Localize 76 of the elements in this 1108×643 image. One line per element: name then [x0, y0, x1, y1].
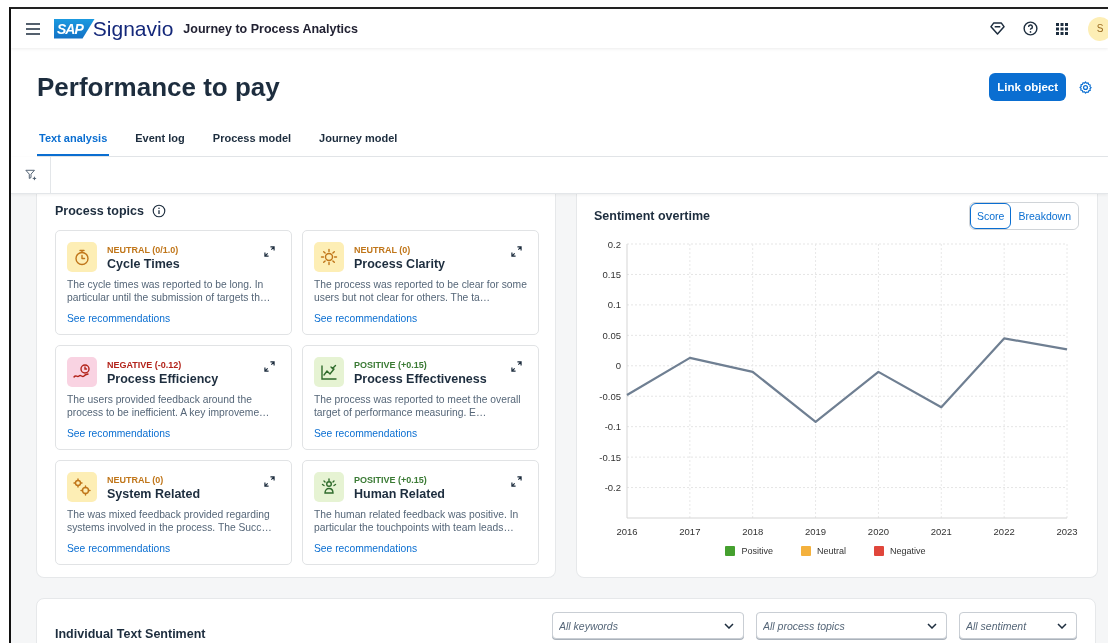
x-tick-label: 2022 — [993, 526, 1015, 537]
filter-add-icon[interactable] — [24, 169, 37, 181]
x-tick-label: 2020 — [867, 526, 889, 537]
sentiment-score: NEGATIVE (-0.12) — [107, 360, 183, 370]
tab[interactable]: Journey model — [317, 126, 400, 156]
sentiment-score: POSITIVE (+0.15) — [354, 360, 428, 370]
panel-title: Individual Text Sentiment — [55, 627, 206, 641]
chevron-down-icon — [724, 623, 734, 629]
diamond-icon[interactable] — [990, 22, 1005, 35]
see-recommendations-link[interactable]: See recommendations — [314, 428, 418, 439]
sentiment-score: NEUTRAL (0/1.0) — [107, 245, 180, 255]
expand-icon[interactable] — [511, 361, 522, 372]
apps-grid-icon[interactable] — [1056, 22, 1068, 35]
topic-title: Process Effectiveness — [354, 372, 488, 386]
x-tick-label: 2018 — [742, 526, 764, 537]
filter-dropdown[interactable]: All keywords — [552, 612, 744, 639]
link-object-button[interactable]: Link object — [989, 73, 1066, 101]
topic-description: The was mixed feedback provided regarding systems involved in the process. The Succ… — [67, 509, 273, 534]
sentiment-score: NEUTRAL (0) — [107, 475, 165, 485]
topic-title: Cycle Times — [107, 257, 181, 271]
legend-label: Neutral — [817, 546, 846, 556]
topic-description: The process was reported to be clear for some users but not clear for others. The ta… — [314, 279, 528, 304]
tab[interactable]: Event log — [133, 126, 187, 156]
sentiment-score: POSITIVE (+0.15) — [354, 475, 428, 485]
topic-description: The users provided feedback around the process to be inefficient. A key improveme… — [67, 394, 271, 419]
see-recommendations-link[interactable]: See recommendations — [67, 313, 171, 324]
topic-title: Human Related — [354, 487, 446, 501]
chevron-down-icon — [1057, 623, 1067, 629]
topic-description: The cycle times was reported to be long. In particular until the submission of targets th… — [67, 279, 272, 304]
expand-icon[interactable] — [264, 361, 275, 372]
see-recommendations-link[interactable]: See recommendations — [67, 543, 171, 554]
y-tick-label: 0.05 — [602, 329, 621, 341]
topic-title: Process Efficiency — [107, 372, 220, 386]
filter-dropdown[interactable]: All process topics — [756, 612, 947, 639]
topic-title: Process Clarity — [354, 257, 447, 271]
logo-text: Signavio — [92, 16, 174, 41]
legend-label: Positive — [741, 546, 773, 556]
panel-title: Process topics — [55, 204, 144, 218]
y-tick-label: 0 — [615, 360, 621, 372]
legend-label: Negative — [890, 546, 926, 556]
topic-description: The human related feedback was positive. In particular the touchpoints with team leads… — [314, 509, 520, 534]
x-tick-label: 2023 — [1056, 526, 1078, 537]
expand-icon[interactable] — [264, 246, 275, 257]
y-tick-label: 0.15 — [602, 268, 621, 280]
tab[interactable]: Process model — [210, 126, 294, 156]
y-tick-label: -0.15 — [599, 451, 621, 463]
chevron-down-icon — [927, 623, 937, 629]
expand-icon[interactable] — [511, 246, 522, 257]
see-recommendations-link[interactable]: See recommendations — [314, 543, 418, 554]
page-title: Performance to pay — [37, 71, 280, 103]
see-recommendations-link[interactable]: See recommendations — [314, 313, 418, 324]
sentiment-score: NEUTRAL (0) — [354, 245, 412, 255]
info-icon[interactable] — [151, 204, 166, 218]
app-title: Journey to Process Analytics — [183, 21, 358, 36]
topic-title: System Related — [107, 487, 202, 501]
expand-icon[interactable] — [264, 476, 275, 487]
x-tick-label: 2017 — [679, 526, 701, 537]
logo-mark: SAP — [54, 18, 95, 39]
filter-dropdown[interactable]: All sentiment — [959, 612, 1077, 639]
y-tick-label: 0.2 — [607, 238, 621, 250]
y-tick-label: -0.1 — [604, 421, 621, 433]
help-icon[interactable] — [1023, 21, 1038, 36]
y-tick-label: -0.2 — [604, 482, 621, 494]
see-recommendations-link[interactable]: See recommendations — [67, 428, 171, 439]
topic-description: The process was reported to meet the overall target of performance measuring. E… — [314, 394, 522, 419]
expand-icon[interactable] — [511, 476, 522, 487]
user-avatar[interactable]: S — [1088, 16, 1108, 41]
x-tick-label: 2021 — [930, 526, 952, 537]
x-tick-label: 2016 — [616, 526, 638, 537]
y-tick-label: 0.1 — [607, 299, 621, 311]
settings-icon[interactable] — [1079, 80, 1092, 94]
segment-button[interactable]: Score — [970, 203, 1012, 229]
x-tick-label: 2019 — [805, 526, 827, 537]
y-tick-label: -0.05 — [599, 390, 621, 402]
menu-icon[interactable] — [26, 22, 40, 35]
panel-title: Sentiment overtime — [594, 209, 710, 223]
